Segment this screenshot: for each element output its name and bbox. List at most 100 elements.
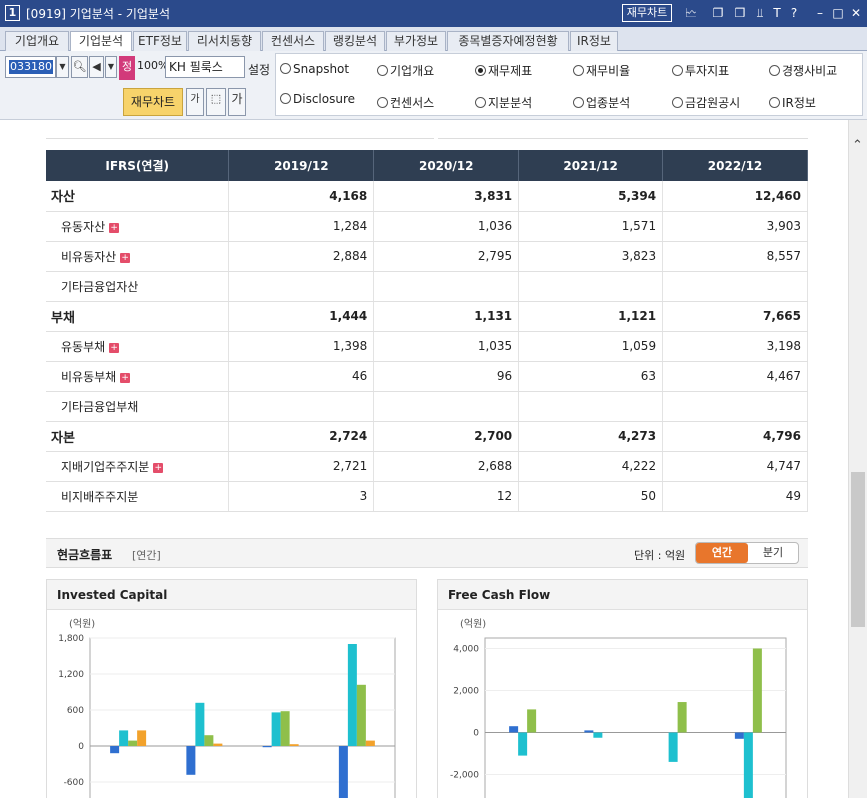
row-label: 자산 xyxy=(46,181,230,212)
table-cell: 46 xyxy=(228,361,375,392)
radio-consensus[interactable]: 컨센서스 xyxy=(377,94,434,111)
bar xyxy=(262,746,272,748)
expand-plus-icon[interactable]: + xyxy=(153,462,164,473)
tab-etf-info[interactable]: ETF정보 xyxy=(133,31,187,51)
table-cell xyxy=(373,391,520,422)
help-icon[interactable]: ? xyxy=(786,4,802,22)
radio-equity-analysis[interactable]: 지분분석 xyxy=(475,94,532,111)
bar xyxy=(356,684,366,746)
font-increase-icon[interactable]: 가 xyxy=(228,88,246,116)
radio-dot xyxy=(377,65,388,76)
font-size-icon[interactable]: 가 xyxy=(186,88,204,116)
radio-dot xyxy=(672,65,683,76)
row-label[interactable]: 유동부채 + xyxy=(46,331,230,362)
row-label[interactable]: 비유동부채 + xyxy=(46,361,230,392)
invested-capital-chart: (억원)-60006001,2001,8002019/122020/122021… xyxy=(58,618,396,798)
radio-company-overview[interactable]: 기업개요 xyxy=(377,62,434,79)
financial-chart-toolbar-button[interactable]: 재무차트 xyxy=(123,88,183,116)
font-icon[interactable]: T xyxy=(769,4,785,22)
radio-label: IR정보 xyxy=(782,96,816,110)
radio-peer-comparison[interactable]: 경쟁사비교 xyxy=(769,62,837,79)
y-tick-label: 1,200 xyxy=(58,670,84,680)
maximize-icon[interactable]: □ xyxy=(830,4,846,22)
tab-consensus[interactable]: 컨센서스 xyxy=(262,31,324,51)
row-label-text: 유동자산 xyxy=(61,219,106,234)
table-cell: 3,823 xyxy=(518,241,664,272)
toolbar: 033180 ▼ 🔍︎ ◀ ▼ 정 100% KH 필룩스 설정 재무차트 가 … xyxy=(0,51,867,120)
table-row: 부채 1,444 1,131 1,121 7,665 xyxy=(46,301,808,332)
stock-code-input[interactable]: 033180 xyxy=(5,56,56,78)
table-cell: 96 xyxy=(373,361,520,392)
cashflow-section-header: 현금흐름표 [연간] 단위 : 억원 연간 분기 xyxy=(46,538,808,568)
cashflow-period: [연간] xyxy=(132,549,161,562)
header-2021: 2021/12 xyxy=(518,150,664,181)
scroll-thumb[interactable] xyxy=(851,472,865,627)
bar xyxy=(668,732,678,762)
tab-additional-info[interactable]: 부가정보 xyxy=(386,31,446,51)
window-icon[interactable]: ❐ xyxy=(710,4,726,22)
tab-ranking[interactable]: 랭킹분석 xyxy=(325,31,385,51)
row-label-text: 자산 xyxy=(51,190,75,206)
table-cell: 1,398 xyxy=(228,331,375,362)
radio-disclosure[interactable]: Disclosure xyxy=(280,92,355,106)
pin-icon[interactable]: ⫫ xyxy=(752,4,768,22)
radio-industry-analysis[interactable]: 업종분석 xyxy=(573,94,630,111)
radio-dot xyxy=(769,65,780,76)
table-row: 비유동부채 +46 96 63 4,467 xyxy=(46,361,808,392)
quarter-toggle-button[interactable]: 분기 xyxy=(748,543,798,563)
expand-plus-icon[interactable]: + xyxy=(109,342,120,353)
y-tick-label: 1,800 xyxy=(58,634,84,644)
settings-link[interactable]: 설정 xyxy=(248,61,270,78)
code-dropdown-button[interactable]: ▼ xyxy=(56,56,69,78)
radio-label: 재무제표 xyxy=(488,64,533,78)
tab-ir-info[interactable]: IR정보 xyxy=(570,31,618,51)
expand-plus-icon[interactable]: + xyxy=(120,372,131,383)
copy-icon[interactable]: ❒ xyxy=(732,4,748,22)
expand-plus-icon[interactable]: + xyxy=(109,222,120,233)
header-2019: 2019/12 xyxy=(228,150,375,181)
jeong-badge[interactable]: 정 xyxy=(119,56,135,80)
search-icon[interactable]: 🔍︎ xyxy=(71,56,88,78)
table-cell: 2,700 xyxy=(373,421,520,452)
table-row: 유동자산 +1,284 1,036 1,571 3,903 xyxy=(46,211,808,242)
divider xyxy=(438,138,808,139)
close-icon[interactable]: ✕ xyxy=(848,4,864,22)
radio-financial-statements[interactable]: 재무제표 xyxy=(475,62,532,79)
speaker-dropdown-button[interactable]: ▼ xyxy=(105,56,117,78)
minimize-icon[interactable]: – xyxy=(812,4,828,22)
radio-label: 기업개요 xyxy=(390,64,435,78)
row-label[interactable]: 비유동자산 + xyxy=(46,241,230,272)
bar xyxy=(743,732,753,798)
capture-icon[interactable]: ⬚ xyxy=(206,88,226,116)
graph-icon[interactable]: 🗠 xyxy=(683,4,699,22)
row-label-text: 지배기업주주지분 xyxy=(61,459,150,474)
vertical-scrollbar[interactable]: ⌃ xyxy=(848,120,867,798)
radio-investment-index[interactable]: 투자지표 xyxy=(672,62,729,79)
free-cash-flow-title: Free Cash Flow xyxy=(438,580,807,610)
radio-financial-ratio[interactable]: 재무비율 xyxy=(573,62,630,79)
tab-company-analysis[interactable]: 기업분석 xyxy=(70,31,132,52)
row-label[interactable]: 지배기업주주지분 + xyxy=(46,451,230,482)
radio-fss-disclosure[interactable]: 금감원공시 xyxy=(672,94,740,111)
bar xyxy=(527,709,537,733)
table-cell: 3 xyxy=(228,481,375,512)
scroll-up-icon[interactable]: ⌃ xyxy=(852,138,863,153)
speaker-icon[interactable]: ◀ xyxy=(89,56,104,78)
annual-toggle-button[interactable]: 연간 xyxy=(696,543,748,563)
radio-label: 업종분석 xyxy=(586,96,631,110)
tab-company-overview[interactable]: 기업개요 xyxy=(5,31,69,51)
bar xyxy=(365,740,375,746)
y-tick-label: 2,000 xyxy=(453,687,479,697)
table-cell xyxy=(228,271,375,302)
expand-plus-icon[interactable]: + xyxy=(120,252,131,263)
company-name-field[interactable]: KH 필룩스 xyxy=(165,56,245,78)
tab-research[interactable]: 리서치동향 xyxy=(188,31,261,51)
radio-snapshot[interactable]: Snapshot xyxy=(280,62,349,76)
table-cell: 4,168 xyxy=(228,181,375,212)
tab-capital-increase[interactable]: 종목별증자예정현황 xyxy=(447,31,569,51)
financial-chart-button[interactable]: 재무차트 xyxy=(622,4,672,22)
radio-ir-info[interactable]: IR정보 xyxy=(769,94,816,111)
table-cell xyxy=(662,271,808,302)
row-label[interactable]: 유동자산 + xyxy=(46,211,230,242)
table-cell: 1,571 xyxy=(518,211,664,242)
